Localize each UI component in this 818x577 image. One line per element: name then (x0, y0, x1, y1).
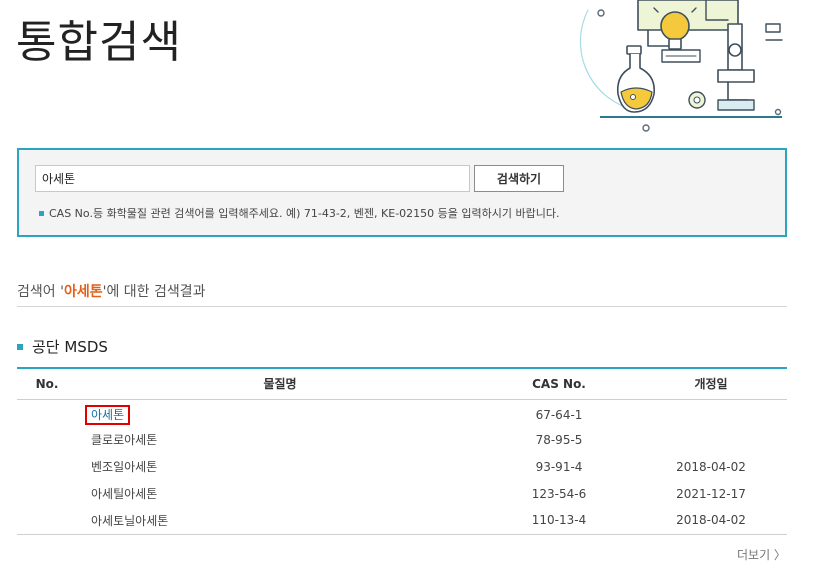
table-row: 아세토닐아세톤 110-13-4 2018-04-02 (17, 507, 787, 534)
search-panel: 검색하기 CAS No.등 화학물질 관련 검색어를 입력해주세요. 예) 71… (17, 148, 787, 237)
cell-cas: 110-13-4 (531, 513, 587, 528)
header-date: 개정일 (694, 377, 728, 392)
microscope-icon (717, 23, 783, 111)
substance-link[interactable]: 클로로아세톤 (87, 432, 161, 448)
header-name: 물질명 (263, 377, 297, 392)
search-hint-text: CAS No.등 화학물질 관련 검색어를 입력해주세요. 예) 71-43-2… (49, 207, 560, 220)
cell-name: 클로로아세톤 (77, 426, 483, 453)
more-link[interactable]: 더보기 〉 (737, 546, 786, 563)
lab-illustration-icon (579, 0, 783, 132)
search-hint: CAS No.등 화학물질 관련 검색어를 입력해주세요. 예) 71-43-2… (39, 205, 559, 221)
cell-date (635, 399, 787, 426)
msds-table: No. 물질명 CAS No. 개정일 아세톤 67-64-1 클로로아세톤 7… (17, 367, 787, 535)
cell-cas: 93-91-4 (535, 459, 583, 474)
cell-cas: 78-95-5 (535, 432, 583, 447)
result-summary: 검색어 '아세톤'에 대한 검색결과 (17, 281, 206, 301)
section-title-text: 공단 MSDS (32, 338, 108, 356)
cell-cas: 67-64-1 (535, 407, 583, 422)
table-row: 아세톤 67-64-1 (17, 399, 787, 426)
table-row: 아세틸아세톤 123-54-6 2021-12-17 (17, 480, 787, 507)
divider (17, 306, 787, 307)
cell-cas: 123-54-6 (531, 486, 587, 501)
table-header-row: No. 물질명 CAS No. 개정일 (17, 368, 787, 399)
substance-link[interactable]: 아세톤 (84, 405, 131, 426)
cell-date: 2018-04-02 (676, 513, 746, 528)
bullet-icon (39, 210, 44, 216)
cell-date (635, 426, 787, 453)
cell-no (17, 426, 77, 453)
substance-link[interactable]: 아세틸아세톤 (87, 486, 161, 502)
flask-icon (616, 45, 656, 113)
header-no: No. (35, 376, 59, 391)
cell-name: 아세틸아세톤 (77, 480, 483, 507)
search-button[interactable]: 검색하기 (474, 165, 564, 192)
summary-suffix: '에 대한 검색결과 (102, 284, 206, 300)
summary-keyword: 아세톤 (63, 284, 103, 300)
cell-name: 벤조일아세톤 (77, 453, 483, 480)
cell-name: 아세톤 (77, 399, 483, 426)
section-bullet-icon (17, 343, 23, 350)
section-title: 공단 MSDS (17, 336, 108, 357)
cell-no (17, 480, 77, 507)
table-row: 벤조일아세톤 93-91-4 2018-04-02 (17, 453, 787, 480)
table-row: 클로로아세톤 78-95-5 (17, 426, 787, 453)
cell-no (17, 507, 77, 534)
search-input[interactable] (35, 165, 470, 192)
cell-date: 2021-12-17 (676, 486, 746, 501)
substance-link[interactable]: 아세토닐아세톤 (87, 513, 172, 529)
summary-prefix: 검색어 ' (17, 284, 64, 300)
header-cas: CAS No. (532, 376, 586, 391)
cell-name: 아세토닐아세톤 (77, 507, 483, 534)
page-title: 통합검색 (16, 17, 182, 68)
cell-no (17, 399, 77, 426)
cell-no (17, 453, 77, 480)
substance-link[interactable]: 벤조일아세톤 (87, 459, 161, 475)
cell-date: 2018-04-02 (676, 459, 746, 474)
